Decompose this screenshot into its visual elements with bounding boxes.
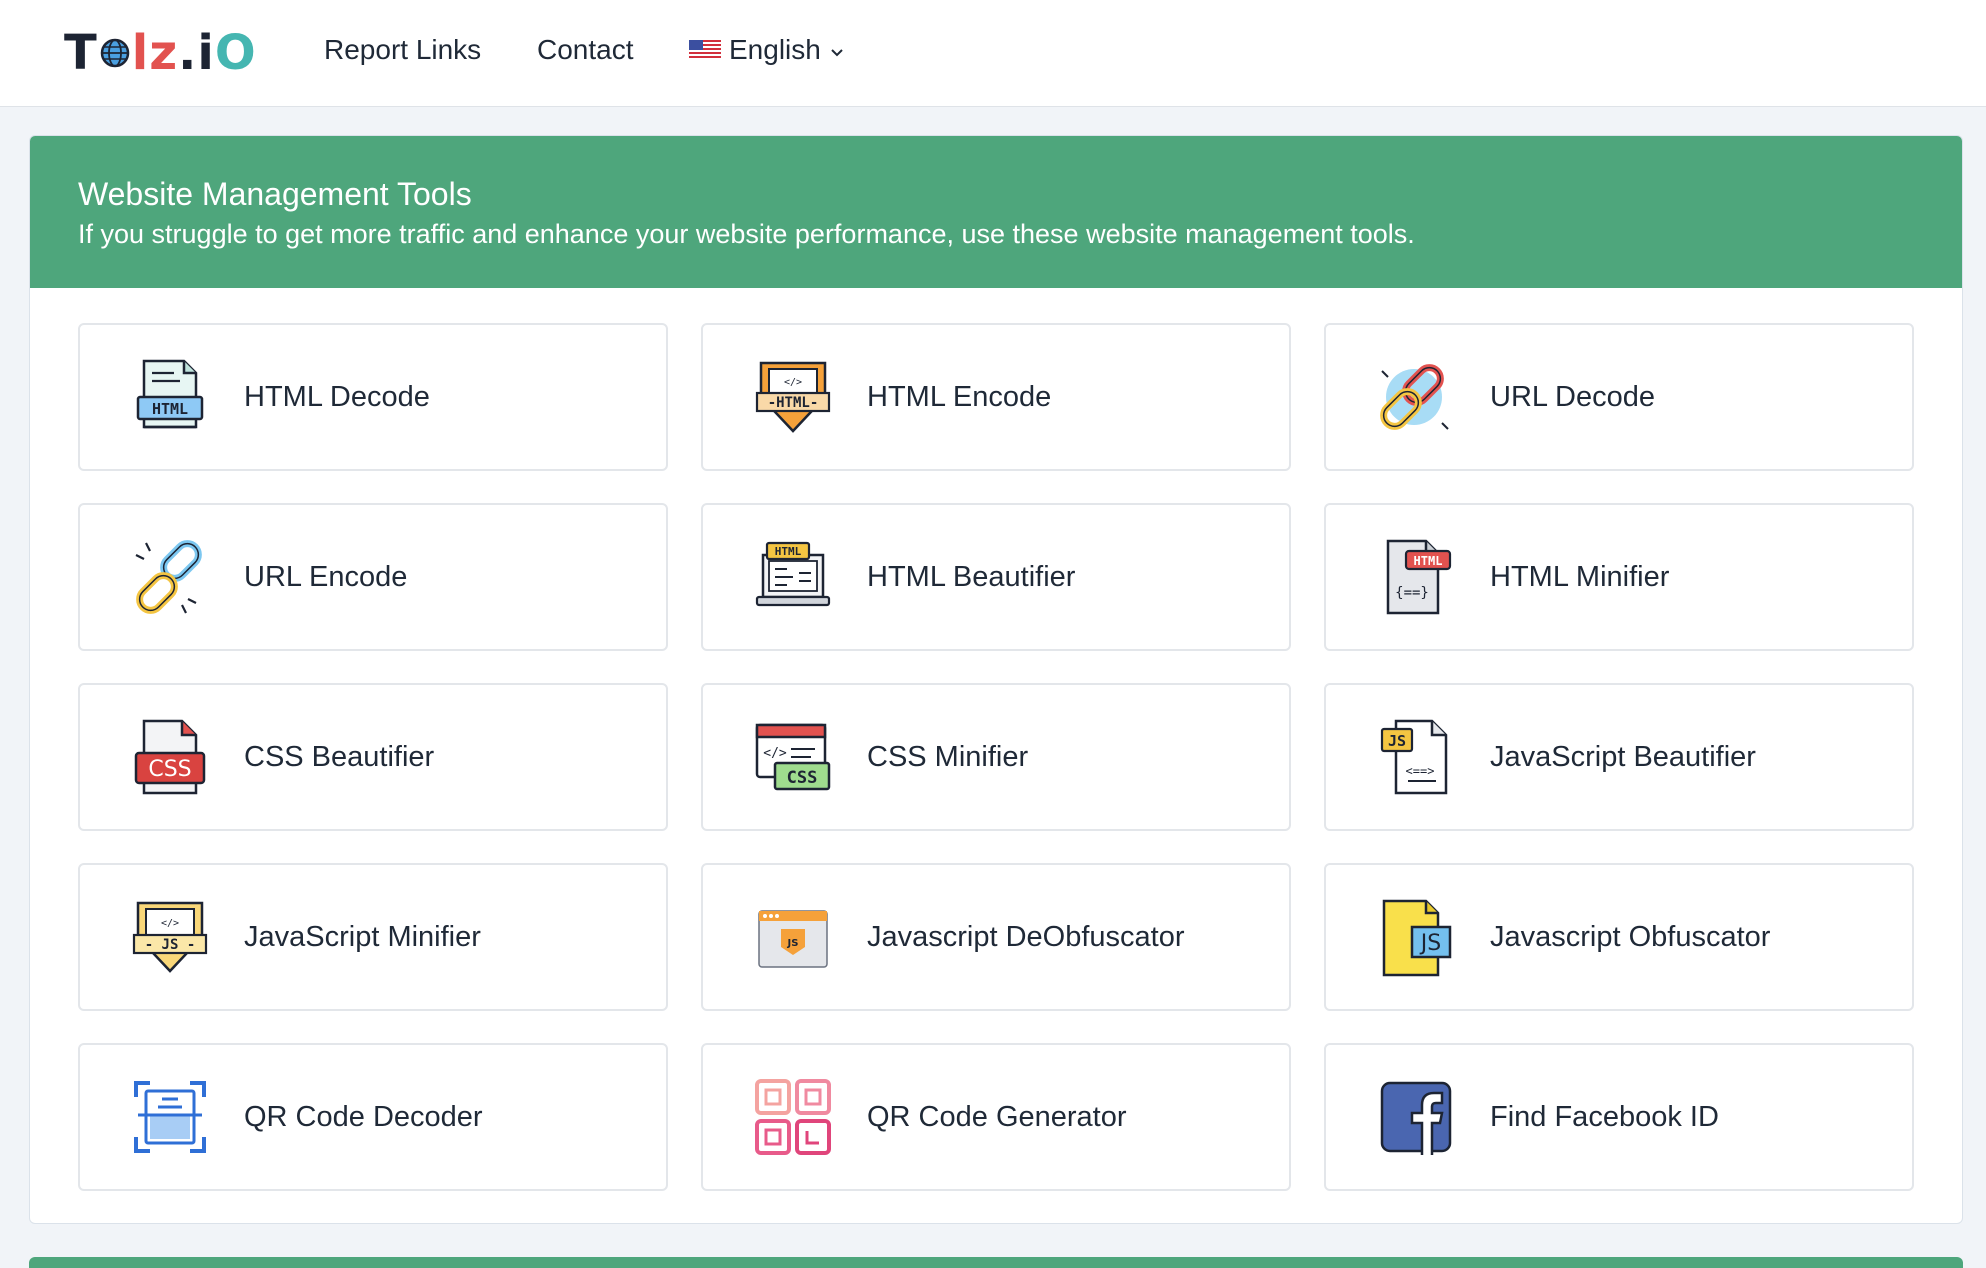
- svg-text:</>: </>: [161, 918, 179, 929]
- tool-label: QR Code Decoder: [244, 1100, 483, 1133]
- qr-code-icon: [755, 1079, 831, 1155]
- nav-contact[interactable]: Contact: [537, 34, 634, 66]
- svg-text:HTML: HTML: [775, 545, 802, 558]
- broken-link-icon: [135, 540, 202, 614]
- svg-text:</>: </>: [784, 377, 802, 388]
- js-yellow-file-icon: JS: [1382, 899, 1452, 977]
- html-laptop-icon: HTML: [755, 541, 831, 607]
- globe-icon: [100, 38, 129, 68]
- svg-text:HTML: HTML: [1414, 554, 1443, 568]
- tool-card-javascript-obfuscator[interactable]: JS Javascript Obfuscator: [1324, 863, 1914, 1011]
- svg-text:- JS -: - JS -: [145, 937, 196, 953]
- tool-label: QR Code Generator: [867, 1100, 1127, 1133]
- section-subtitle: If you struggle to get more traffic and …: [78, 219, 1415, 249]
- facebook-icon: [1380, 1081, 1452, 1155]
- qr-scan-icon: [134, 1081, 206, 1153]
- tool-label: Javascript Obfuscator: [1490, 920, 1771, 953]
- next-section-header: [29, 1257, 1963, 1268]
- top-navbar: T lz .i O Report Links Contact English: [0, 0, 1986, 107]
- html-badge-icon: </> -HTML-: [755, 361, 831, 433]
- svg-text:JS: JS: [1388, 732, 1406, 750]
- tool-card-qr-code-decoder[interactable]: QR Code Decoder: [78, 1043, 668, 1191]
- tools-grid: HTML HTML Decode </> -HTML- HTML Encode: [78, 323, 1914, 1191]
- svg-text:<==>: <==>: [1406, 764, 1435, 778]
- tool-label: HTML Encode: [867, 380, 1052, 413]
- tool-card-javascript-deobfuscator[interactable]: JS Javascript DeObfuscator: [701, 863, 1291, 1011]
- tool-card-html-decode[interactable]: HTML HTML Decode: [78, 323, 668, 471]
- tool-label: JavaScript Beautifier: [1490, 740, 1756, 773]
- nav-report-links[interactable]: Report Links: [324, 34, 481, 66]
- tool-label: HTML Decode: [244, 380, 430, 413]
- tool-label: CSS Minifier: [867, 740, 1029, 773]
- svg-text:{==}: {==}: [1395, 585, 1429, 601]
- tool-label: CSS Beautifier: [244, 740, 435, 773]
- tools-panel: Website Management Tools If you struggle…: [29, 135, 1963, 1224]
- language-label: English: [729, 34, 821, 65]
- tool-card-html-minifier[interactable]: HTML {==} HTML Minifier: [1324, 503, 1914, 651]
- tool-label: URL Encode: [244, 560, 408, 593]
- svg-text:-HTML-: -HTML-: [768, 395, 819, 411]
- tool-label: HTML Minifier: [1490, 560, 1670, 593]
- tool-card-qr-code-generator[interactable]: QR Code Generator: [701, 1043, 1291, 1191]
- js-badge-icon: </> - JS -: [132, 901, 208, 973]
- html-document-icon: HTML: [136, 359, 204, 429]
- html-file-icon: HTML {==}: [1386, 539, 1452, 615]
- svg-text:HTML: HTML: [152, 400, 188, 418]
- tool-card-html-beautifier[interactable]: HTML HTML Beautifier: [701, 503, 1291, 651]
- tool-label: HTML Beautifier: [867, 560, 1076, 593]
- tool-card-css-minifier[interactable]: </> CSS CSS Minifier: [701, 683, 1291, 831]
- site-logo[interactable]: T lz .i O: [64, 26, 257, 80]
- tool-label: Find Facebook ID: [1490, 1100, 1719, 1133]
- tool-label: JavaScript Minifier: [244, 920, 481, 953]
- css-file-icon: CSS: [134, 719, 206, 795]
- tool-card-css-beautifier[interactable]: CSS CSS Beautifier: [78, 683, 668, 831]
- language-selector[interactable]: English: [689, 34, 845, 66]
- tool-card-url-encode[interactable]: URL Encode: [78, 503, 668, 651]
- js-file-icon: JS <==>: [1380, 719, 1448, 795]
- tool-card-javascript-minifier[interactable]: </> - JS - JavaScript Minifier: [78, 863, 668, 1011]
- svg-text:JS: JS: [787, 938, 799, 949]
- svg-text:CSS: CSS: [148, 757, 191, 782]
- css-window-icon: </> CSS: [755, 723, 831, 791]
- svg-text:CSS: CSS: [787, 768, 818, 788]
- section-title: Website Management Tools: [78, 176, 472, 212]
- tool-card-find-facebook-id[interactable]: Find Facebook ID: [1324, 1043, 1914, 1191]
- svg-text:JS: JS: [1419, 931, 1441, 956]
- tool-card-javascript-beautifier[interactable]: JS <==> JavaScript Beautifier: [1324, 683, 1914, 831]
- tool-card-url-decode[interactable]: URL Decode: [1324, 323, 1914, 471]
- chain-link-icon: [1380, 364, 1449, 430]
- tool-label: Javascript DeObfuscator: [867, 920, 1185, 953]
- js-browser-icon: JS: [758, 910, 828, 968]
- tool-card-html-encode[interactable]: </> -HTML- HTML Encode: [701, 323, 1291, 471]
- svg-text:</>: </>: [763, 746, 787, 761]
- tool-label: URL Decode: [1490, 380, 1655, 413]
- chevron-down-icon: [831, 49, 843, 57]
- us-flag-icon: [689, 40, 721, 60]
- panel-header: Website Management Tools If you struggle…: [30, 136, 1962, 288]
